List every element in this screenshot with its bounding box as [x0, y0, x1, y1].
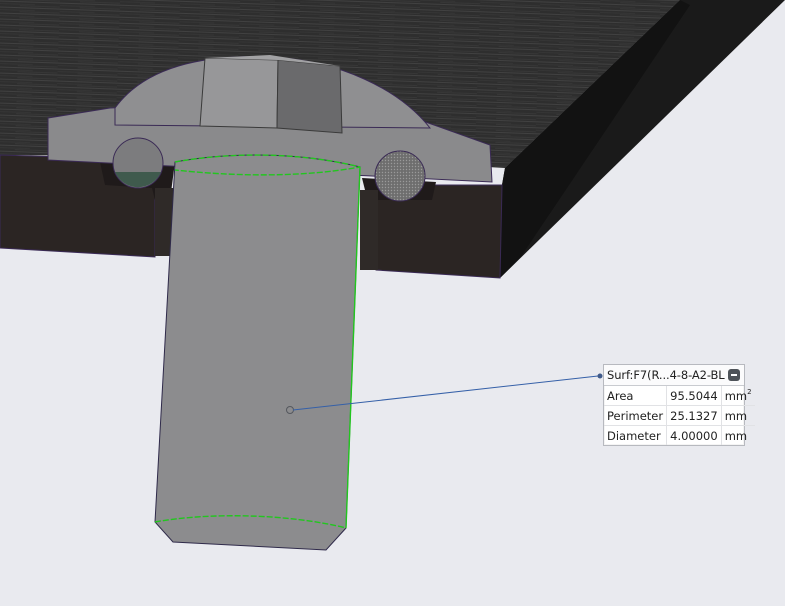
area-unit: mm2 — [721, 386, 754, 406]
bore-inner-right — [360, 190, 378, 270]
diameter-label: Diameter — [604, 425, 668, 445]
table-row: Area 95.5044 mm2 — [604, 386, 755, 406]
collapse-icon[interactable] — [728, 369, 740, 381]
3d-viewport[interactable]: Surf:F7(R...4-8-A2-BL Area 95.5044 mm2 P… — [0, 0, 785, 606]
hex-socket-left — [199, 57, 279, 129]
leader-end-dot — [597, 373, 603, 379]
model-scene[interactable] — [0, 0, 785, 606]
diameter-value: 4.00000 — [666, 425, 722, 445]
table-row: Perimeter 25.1327 mm — [604, 405, 755, 426]
area-label: Area — [604, 386, 668, 406]
measurement-callout[interactable]: Surf:F7(R...4-8-A2-BL Area 95.5044 mm2 P… — [603, 364, 755, 446]
screw-shank[interactable] — [154, 154, 361, 551]
perimeter-unit: mm — [721, 405, 755, 426]
area-unit-sup: 2 — [747, 387, 752, 396]
area-unit-text: mm — [724, 388, 748, 403]
table-row: Diameter 4.00000 mm — [604, 425, 755, 445]
diameter-unit: mm — [721, 425, 755, 445]
hex-socket-right — [276, 59, 343, 134]
ball-right — [374, 150, 426, 202]
callout-header[interactable]: Surf:F7(R...4-8-A2-BL — [604, 365, 744, 386]
callout-title: Surf:F7(R...4-8-A2-BL — [607, 368, 725, 382]
area-value: 95.5044 — [666, 386, 722, 406]
perimeter-label: Perimeter — [604, 405, 668, 426]
perimeter-value: 25.1327 — [666, 405, 722, 426]
measurement-table: Area 95.5044 mm2 Perimeter 25.1327 mm Di… — [604, 386, 755, 445]
